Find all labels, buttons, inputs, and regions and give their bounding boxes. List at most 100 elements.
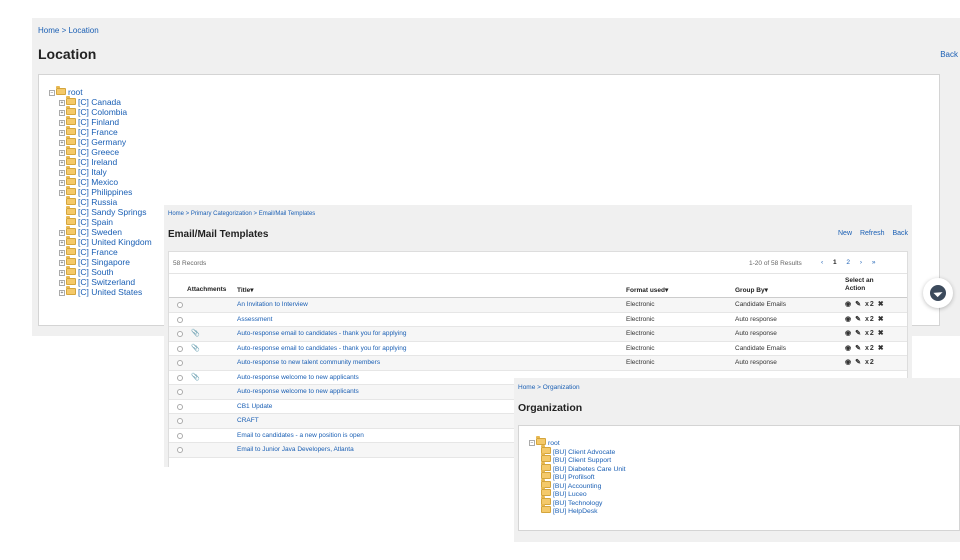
delete-icon[interactable]: ✖ <box>878 316 885 323</box>
tree-node[interactable]: + [C] South <box>59 266 152 277</box>
expand-icon[interactable]: + <box>59 280 65 286</box>
template-title-link[interactable]: An Invitation to Interview <box>237 301 308 308</box>
row-select-radio[interactable] <box>177 389 183 395</box>
tree-node[interactable]: + [C] Greece <box>59 146 152 157</box>
last-page-icon[interactable]: » <box>872 259 876 266</box>
breadcrumb[interactable]: Home > Location <box>38 26 99 35</box>
table-row[interactable]: Assessment Electronic Auto response ◉ ✎ x2 ✖ <box>169 313 907 327</box>
refresh-link[interactable]: Refresh <box>860 230 885 237</box>
column-title[interactable]: Title▾ <box>237 286 254 294</box>
template-title-link[interactable]: CRAFT <box>237 417 259 424</box>
table-row[interactable]: 📎 Auto-response email to candidates - tha… <box>169 342 907 356</box>
tree-node-label[interactable]: [C] Canada <box>78 97 121 107</box>
expand-icon[interactable]: + <box>59 160 65 166</box>
expand-icon[interactable]: + <box>59 100 65 106</box>
copy-icon[interactable]: x2 <box>865 316 875 323</box>
tree-node[interactable]: + [C] Finland <box>59 116 152 127</box>
tree-node[interactable]: + [C] Germany <box>59 136 152 147</box>
tree-node-label[interactable]: [C] Sandy Springs <box>78 207 147 217</box>
edit-icon[interactable]: ✎ <box>855 301 862 308</box>
tree-node[interactable]: [BU] Technology <box>541 495 626 507</box>
table-row[interactable]: Auto-response to new talent community me… <box>169 356 907 371</box>
tree-node-label[interactable]: [C] South <box>78 267 113 277</box>
tree-node[interactable]: + [C] Canada <box>59 96 152 107</box>
tree-node[interactable]: + [C] Ireland <box>59 156 152 167</box>
tree-node-label[interactable]: [C] Philippines <box>78 187 132 197</box>
table-row[interactable]: 📎 Auto-response email to candidates - tha… <box>169 327 907 342</box>
help-button[interactable] <box>923 278 953 308</box>
tree-node-label[interactable]: [C] Colombia <box>78 107 127 117</box>
collapse-icon[interactable]: − <box>49 90 55 96</box>
tree-node[interactable]: [C] Russia <box>59 196 152 207</box>
row-select-radio[interactable] <box>177 316 183 323</box>
expand-icon[interactable]: + <box>59 250 65 256</box>
row-select-radio[interactable] <box>177 331 183 337</box>
tree-node[interactable]: + [C] Mexico <box>59 176 152 187</box>
tree-node[interactable]: [C] Spain <box>59 216 152 227</box>
row-select-radio[interactable] <box>177 432 183 439</box>
tree-node[interactable]: [BU] Luceo <box>541 487 626 498</box>
edit-icon[interactable]: ✎ <box>855 330 862 337</box>
expand-icon[interactable]: + <box>59 110 65 116</box>
tree-node[interactable]: + [C] Singapore <box>59 256 152 267</box>
row-select-radio[interactable] <box>177 345 183 352</box>
copy-icon[interactable]: x2 <box>865 330 875 337</box>
tree-node[interactable]: [BU] Diabetes Care Unit <box>541 461 626 473</box>
tree-node[interactable]: + [C] France <box>59 126 152 137</box>
row-select-radio[interactable] <box>177 302 183 308</box>
template-title-link[interactable]: Auto-response email to candidates - than… <box>237 330 406 337</box>
new-link[interactable]: New <box>838 230 852 237</box>
row-select-radio[interactable] <box>177 447 183 453</box>
back-link[interactable]: Back <box>940 50 958 59</box>
tree-node-label[interactable]: [C] Russia <box>78 197 117 207</box>
tree-node-label[interactable]: [C] Sweden <box>78 227 122 237</box>
delete-icon[interactable]: ✖ <box>878 345 885 352</box>
tree-node-label[interactable]: [C] United Kingdom <box>78 237 152 247</box>
delete-icon[interactable]: ✖ <box>878 330 885 337</box>
column-group[interactable]: Group By▾ <box>735 286 768 294</box>
view-icon[interactable]: ◉ <box>845 301 852 308</box>
tree-node-label[interactable]: [C] Switzerland <box>78 277 135 287</box>
tree-node[interactable]: + [C] United Kingdom <box>59 236 152 247</box>
tree-node-label[interactable]: [C] Singapore <box>78 257 130 267</box>
tree-node-label[interactable]: [C] Italy <box>78 167 107 177</box>
tree-node[interactable]: [BU] Client Support <box>541 453 626 464</box>
tree-node-label[interactable]: [C] Spain <box>78 217 113 227</box>
row-select-radio[interactable] <box>177 360 183 366</box>
edit-icon[interactable]: ✎ <box>855 359 862 366</box>
expand-icon[interactable]: + <box>59 190 65 196</box>
template-title-link[interactable]: Auto-response welcome to new applicants <box>237 374 359 381</box>
edit-icon[interactable]: ✎ <box>855 316 862 323</box>
tree-node[interactable]: + [C] United States <box>59 286 152 297</box>
template-title-link[interactable]: Auto-response email to candidates - than… <box>237 345 406 352</box>
tree-node-label[interactable]: [C] France <box>78 247 118 257</box>
expand-icon[interactable]: + <box>59 120 65 126</box>
view-icon[interactable]: ◉ <box>845 359 852 366</box>
expand-icon[interactable]: + <box>59 230 65 236</box>
expand-icon[interactable]: + <box>59 290 65 296</box>
view-icon[interactable]: ◉ <box>845 316 852 323</box>
delete-icon[interactable]: ✖ <box>878 301 885 308</box>
row-select-radio[interactable] <box>177 418 183 424</box>
tree-node-label[interactable]: [BU] HelpDesk <box>553 508 598 515</box>
view-icon[interactable]: ◉ <box>845 330 852 337</box>
copy-icon[interactable]: x2 <box>865 359 875 366</box>
expand-icon[interactable]: + <box>59 180 65 186</box>
expand-icon[interactable]: + <box>59 270 65 276</box>
breadcrumb[interactable]: Home > Primary Categorization > Email/Ma… <box>168 211 315 217</box>
template-title-link[interactable]: Auto-response to new talent community me… <box>237 359 380 366</box>
tree-node[interactable]: + [C] France <box>59 246 152 257</box>
row-select-radio[interactable] <box>177 374 183 381</box>
prev-page-icon[interactable]: ‹ <box>821 259 823 266</box>
tree-node-label[interactable]: [C] Greece <box>78 147 119 157</box>
expand-icon[interactable]: + <box>59 170 65 176</box>
tree-node[interactable]: [C] Sandy Springs <box>59 206 152 217</box>
expand-icon[interactable]: + <box>59 260 65 266</box>
tree-node-label[interactable]: [C] United States <box>78 287 142 297</box>
expand-icon[interactable]: + <box>59 130 65 136</box>
page-2[interactable]: 2 <box>846 259 850 266</box>
collapse-icon[interactable]: − <box>529 440 535 446</box>
table-row[interactable]: An Invitation to Interview Electronic Cand… <box>169 298 907 313</box>
template-title-link[interactable]: CB1 Update <box>237 403 272 410</box>
tree-node-label[interactable]: [C] Germany <box>78 137 126 147</box>
